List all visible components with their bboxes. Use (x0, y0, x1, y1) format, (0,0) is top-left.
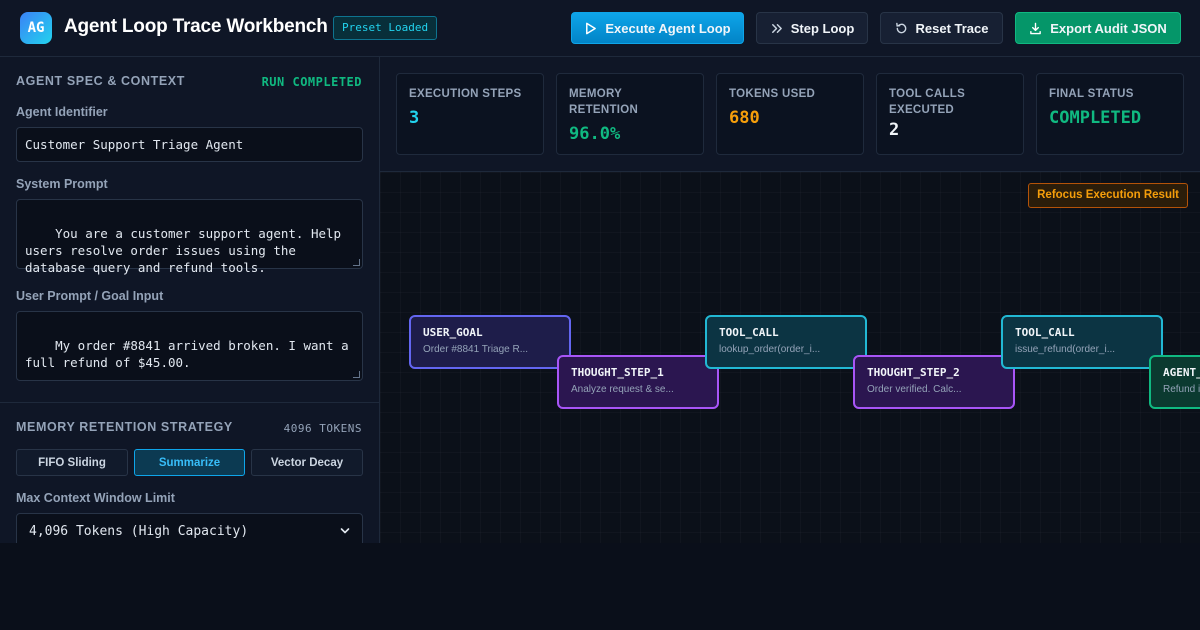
context-limit-value: 4,096 Tokens (High Capacity) (29, 523, 249, 539)
refocus-result-button[interactable]: Refocus Execution Result (1028, 183, 1188, 208)
node-title: THOUGHT_STEP_1 (571, 366, 664, 379)
node-title: AGENT_ (1163, 366, 1200, 379)
execute-agent-loop-button[interactable]: Execute Agent Loop (571, 12, 744, 44)
step-loop-button[interactable]: Step Loop (756, 12, 868, 44)
page-background (0, 543, 1200, 630)
rotate-ccw-icon (895, 22, 906, 33)
app-header: AG Agent Loop Trace Workbench Preset Loa… (0, 0, 1200, 57)
system-prompt-label: System Prompt (16, 177, 108, 191)
strategy-summarize[interactable]: Summarize (134, 449, 245, 476)
context-limit-select[interactable]: 4,096 Tokens (High Capacity) (16, 513, 363, 543)
metric-label: MEMORY RETENTION (569, 88, 639, 116)
agent-identifier-label: Agent Identifier (16, 105, 108, 119)
reset-label: Reset Trace (915, 20, 989, 36)
strategy-fifo-sliding[interactable]: FIFO Sliding (16, 449, 128, 476)
agent-spec-title: AGENT SPEC & CONTEXT (16, 74, 185, 88)
node-subtitle: Analyze request & se... (571, 384, 674, 395)
metric-label: EXECUTION STEPS (409, 88, 522, 100)
play-icon (586, 22, 597, 34)
agent-spec-panel: AGENT SPEC & CONTEXT RUN COMPLETED Agent… (0, 57, 380, 543)
trace-node-tool-call-1[interactable]: TOOL_CALL lookup_order(order_i... (705, 315, 867, 369)
user-prompt-textarea[interactable]: My order #8841 arrived broken. I want a … (16, 311, 363, 381)
system-prompt-textarea[interactable]: You are a customer support agent. Help u… (16, 199, 363, 275)
user-prompt-label: User Prompt / Goal Input (16, 289, 164, 303)
metric-value: 680 (729, 108, 760, 128)
user-prompt-text: My order #8841 arrived broken. I want a … (25, 338, 349, 370)
export-audit-json-button[interactable]: Export Audit JSON (1015, 12, 1181, 44)
metric-value: 3 (409, 108, 420, 128)
metric-label: TOOL CALLS EXECUTED (889, 88, 966, 116)
metric-memory-retention: MEMORY RETENTION 96.0% (556, 73, 704, 155)
node-title: TOOL_CALL (719, 326, 779, 339)
node-title: USER_GOAL (423, 326, 483, 339)
app-logo: AG (20, 12, 52, 44)
double-chevron-right-icon (771, 23, 782, 33)
trace-node-thought-1[interactable]: THOUGHT_STEP_1 Analyze request & se... (557, 355, 719, 409)
context-limit-label: Max Context Window Limit (16, 491, 175, 505)
metric-tool-calls: TOOL CALLS EXECUTED 2 (876, 73, 1024, 155)
memory-strategy-title: MEMORY RETENTION STRATEGY (16, 420, 233, 434)
export-label: Export Audit JSON (1050, 20, 1167, 36)
trace-node-tool-call-2[interactable]: TOOL_CALL issue_refund(order_i... (1001, 315, 1163, 369)
step-label: Step Loop (790, 20, 855, 36)
metric-value: COMPLETED (1049, 108, 1142, 128)
section-divider (0, 402, 379, 403)
node-subtitle: Order verified. Calc... (867, 384, 962, 395)
node-subtitle: lookup_order(order_i... (719, 344, 821, 355)
strategy-vector-decay[interactable]: Vector Decay (251, 449, 363, 476)
token-capacity-label: 4096 TOKENS (283, 422, 362, 435)
metric-tokens-used: TOKENS USED 680 (716, 73, 864, 155)
node-title: TOOL_CALL (1015, 326, 1075, 339)
node-title: THOUGHT_STEP_2 (867, 366, 960, 379)
execute-label: Execute Agent Loop (605, 20, 731, 36)
node-subtitle: Refund i (1163, 384, 1200, 395)
reset-trace-button[interactable]: Reset Trace (880, 12, 1003, 44)
metric-value: 96.0% (569, 124, 621, 144)
preset-status-badge: Preset Loaded (333, 16, 438, 40)
trace-node-user-goal[interactable]: USER_GOAL Order #8841 Triage R... (409, 315, 571, 369)
download-icon (1030, 22, 1042, 34)
app-title: Agent Loop Trace Workbench (64, 16, 328, 37)
metric-final-status: FINAL STATUS COMPLETED (1036, 73, 1184, 155)
metrics-bar: EXECUTION STEPS 3 MEMORY RETENTION 96.0%… (380, 57, 1200, 172)
trace-canvas[interactable]: Refocus Execution Result USER_GOAL Order… (380, 172, 1200, 543)
system-prompt-text: You are a customer support agent. Help u… (25, 226, 342, 275)
chevron-down-icon (340, 528, 350, 534)
node-subtitle: Order #8841 Triage R... (423, 344, 529, 355)
metric-execution-steps: EXECUTION STEPS 3 (396, 73, 544, 155)
resize-handle[interactable] (353, 371, 360, 378)
metric-label: TOKENS USED (729, 88, 816, 100)
agent-identifier-input[interactable]: Customer Support Triage Agent (16, 127, 363, 162)
trace-node-thought-2[interactable]: THOUGHT_STEP_2 Order verified. Calc... (853, 355, 1015, 409)
resize-handle[interactable] (353, 259, 360, 266)
metric-value: 2 (889, 120, 900, 140)
node-subtitle: issue_refund(order_i... (1015, 344, 1116, 355)
metric-label: FINAL STATUS (1049, 88, 1134, 100)
trace-node-agent-response[interactable]: AGENT_ Refund i (1149, 355, 1200, 409)
run-status: RUN COMPLETED (261, 75, 362, 89)
